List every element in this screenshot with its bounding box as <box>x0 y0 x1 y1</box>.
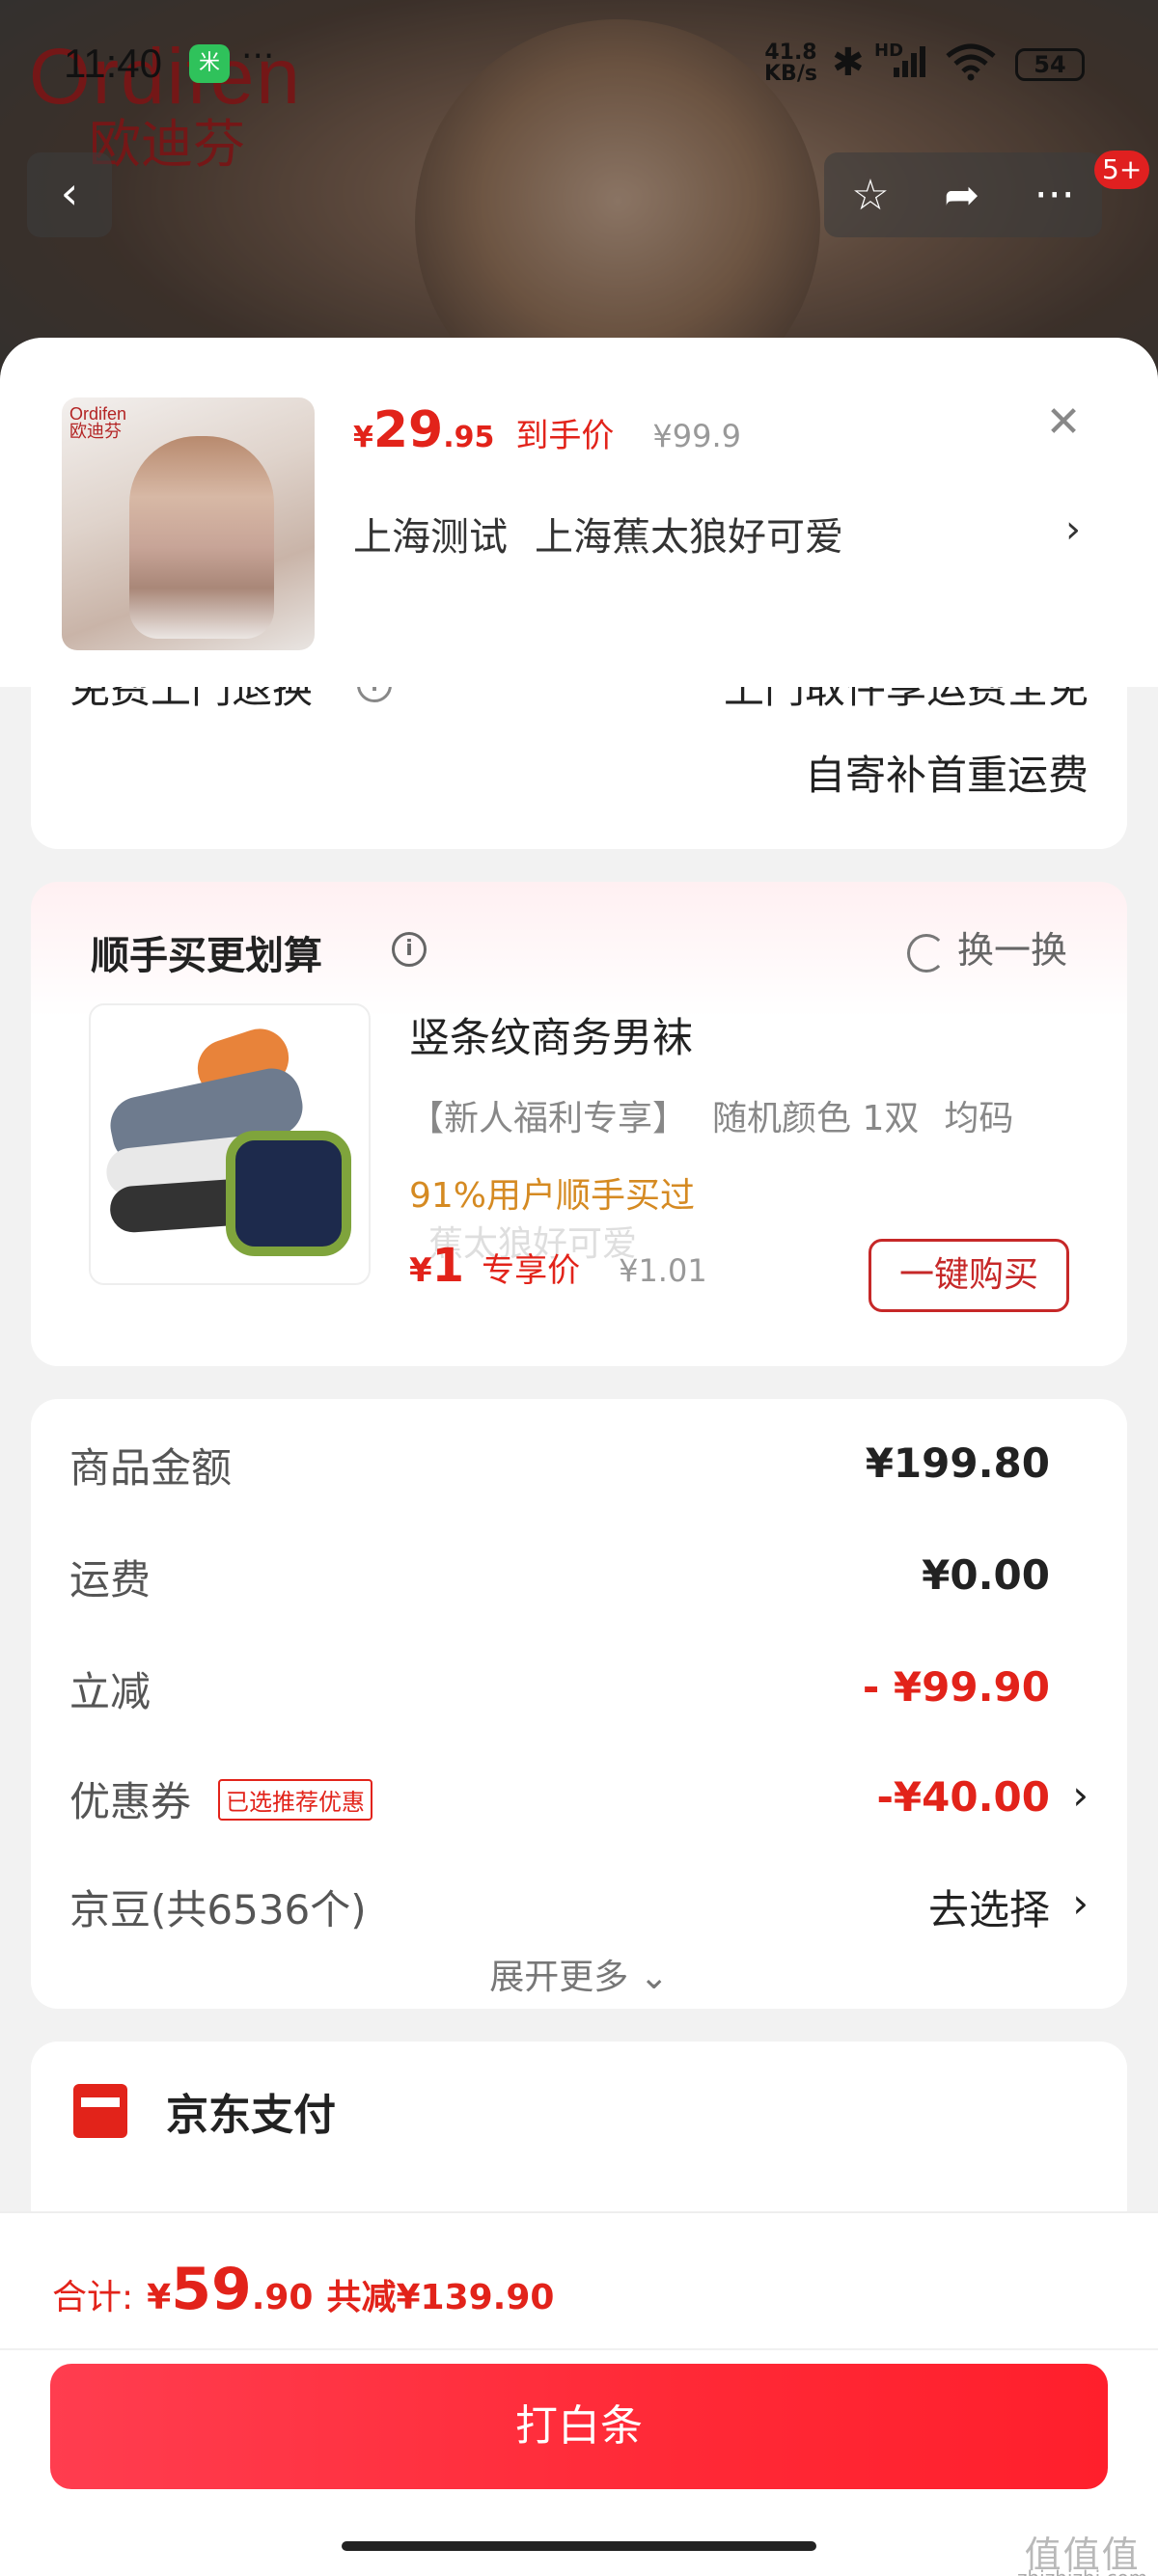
addon-price: ¥ 1 专享价 ¥1.01 <box>409 1239 707 1293</box>
thumbnail-logo: Ordifen 欧迪芬 <box>69 405 126 440</box>
swap-button[interactable]: 换一换 <box>906 920 1067 973</box>
addon-product-spec: 【新人福利专享】 随机颜色 1双 均码 <box>409 1090 1038 1140</box>
network-speed: 41.8 KB/s <box>764 42 817 85</box>
delivery-address[interactable]: 上海测试 上海蕉太狼好可爱 <box>353 506 870 562</box>
site-watermark: 值值值 zhizhizhi.com <box>1017 2534 1147 2576</box>
favorite-star-icon[interactable]: ☆ <box>851 171 889 220</box>
addon-original-price: ¥1.01 <box>619 1252 707 1289</box>
watermark-line2: zhizhizhi.com <box>1017 2566 1147 2576</box>
summary-label: 优惠券 <box>69 1778 192 1825</box>
price-symbol: ¥ <box>353 421 373 454</box>
app-notification-icon: 米 <box>189 44 230 83</box>
status-time: 11:40 <box>64 41 162 86</box>
addon-price-tag: 专享价 <box>482 1251 581 1290</box>
checkout-bottom-bar: 合计: ¥ 59 .90 共减¥139.90 打白条 值值值 zhizhizhi… <box>0 2211 1158 2576</box>
bought-rate: 91%用户顺手买过 <box>409 1176 696 1216</box>
swap-label: 换一换 <box>956 929 1067 972</box>
total-saved: 共减¥139.90 <box>326 2278 555 2317</box>
one-click-buy-button[interactable]: 一键购买 <box>868 1239 1069 1312</box>
message-count-badge: 5+ <box>1094 151 1150 189</box>
summary-label: 商品金额 <box>69 1444 233 1492</box>
spec-tag: 【新人福利专享】 <box>409 1099 688 1138</box>
refresh-icon <box>906 933 946 973</box>
spec-size: 均码 <box>944 1099 1014 1138</box>
summary-value: 去选择 <box>927 1886 1050 1933</box>
more-icon[interactable]: ··· <box>1034 171 1075 220</box>
payment-method-card[interactable]: 京东支付 <box>31 2042 1127 2234</box>
addon-product-name[interactable]: 竖条纹商务男袜 <box>409 1005 693 1064</box>
top-action-group: ☆ ➦ ··· <box>824 152 1102 237</box>
address-city: 上海测试 <box>353 515 508 560</box>
summary-row-coupon[interactable]: 优惠券 已选推荐优惠 -¥40.00 › <box>69 1769 1089 1827</box>
thumbnail-logo-cn: 欧迪芬 <box>69 422 122 441</box>
address-name: 上海蕉太狼好可爱 <box>535 515 843 560</box>
watermark-line1: 值值值 <box>1024 2534 1141 2576</box>
chevron-left-icon: ‹ <box>60 167 79 219</box>
total-symbol: ¥ <box>147 2278 172 2317</box>
expand-more-button[interactable]: 展开更多 ⌄ <box>31 1949 1127 1999</box>
total-label: 合计: <box>52 2278 134 2317</box>
spec-color: 随机颜色 1双 <box>712 1099 920 1138</box>
return-service-line2: 自寄补首重运费 <box>804 752 1089 799</box>
summary-row-goods: 商品金额 ¥199.80 <box>69 1436 1089 1494</box>
thumbnail-logo-en: Ordifen <box>69 404 127 424</box>
addon-recommend-card: 顺手买更划算 i 换一换 竖条纹商务男袜 【新人福利专享】 随机颜色 1双 均码 9… <box>31 882 1127 1366</box>
product-thumbnail[interactable]: Ordifen 欧迪芬 <box>62 397 315 650</box>
price-decimal: .95 <box>443 421 495 454</box>
divider <box>0 2348 1158 2350</box>
total-decimal: .90 <box>251 2278 314 2317</box>
original-price: ¥99.9 <box>652 418 742 454</box>
summary-value: ¥199.80 <box>865 1439 1050 1487</box>
price-tag: 到手价 <box>515 417 615 455</box>
total-integer: 59 <box>171 2256 252 2323</box>
share-icon[interactable]: ➦ <box>944 171 979 220</box>
payment-method-label: 京东支付 <box>166 2091 336 2140</box>
bluetooth-icon: ✱ <box>832 41 865 85</box>
addon-price-symbol: ¥ <box>409 1251 432 1290</box>
summary-value: -¥40.00 <box>876 1773 1050 1821</box>
summary-value: ¥0.00 <box>922 1551 1050 1599</box>
addon-title: 顺手买更划算 <box>91 934 322 978</box>
home-indicator[interactable] <box>342 2541 816 2551</box>
summary-label: 运费 <box>69 1556 152 1603</box>
wifi-icon <box>946 43 996 81</box>
sock-navy <box>226 1131 351 1256</box>
status-bar: 11:40 米 ··· 41.8 KB/s ✱ HD 54 <box>0 33 1158 91</box>
summary-value: - ¥99.90 <box>862 1663 1050 1711</box>
summary-row-discount: 立减 - ¥99.90 <box>69 1659 1089 1717</box>
battery-icon: 54 <box>1015 48 1085 81</box>
addon-price-value: 1 <box>431 1239 465 1293</box>
chevron-right-icon[interactable]: › <box>1065 507 1081 552</box>
model-figure <box>129 436 274 639</box>
summary-row-jingdou[interactable]: 京豆(共6536个) 去选择 › <box>69 1877 1089 1935</box>
chevron-right-icon[interactable]: › <box>1072 1771 1089 1819</box>
back-button[interactable]: ‹ <box>27 152 112 237</box>
price-integer: 29 <box>372 401 444 459</box>
addon-product-image[interactable] <box>89 1003 371 1285</box>
summary-label: 京豆(共6536个) <box>69 1886 367 1933</box>
order-summary-card: 商品金额 ¥199.80 运费 ¥0.00 立减 - ¥99.90 优惠券 已选… <box>31 1399 1127 2009</box>
order-total: 合计: ¥ 59 .90 共减¥139.90 <box>52 2256 554 2323</box>
close-icon[interactable]: ✕ <box>1042 401 1085 444</box>
more-notifications-icon: ··· <box>241 37 275 76</box>
sheet-header: Ordifen 欧迪芬 ¥ 29 .95 到手价 ¥99.9 ✕ 上海测试 上海蕉… <box>0 338 1158 687</box>
jd-pay-icon <box>73 2084 127 2138</box>
pay-baitiao-button[interactable]: 打白条 <box>50 2364 1108 2489</box>
summary-label: 立减 <box>69 1668 152 1715</box>
network-speed-unit: KB/s <box>764 62 817 86</box>
cell-signal-icon <box>894 46 925 77</box>
product-price: ¥ 29 .95 到手价 ¥99.9 <box>353 401 741 459</box>
chevron-right-icon[interactable]: › <box>1072 1879 1089 1927</box>
info-icon[interactable]: i <box>392 932 427 967</box>
coupon-status-badge: 已选推荐优惠 <box>218 1779 372 1821</box>
summary-row-shipping: 运费 ¥0.00 <box>69 1548 1089 1605</box>
